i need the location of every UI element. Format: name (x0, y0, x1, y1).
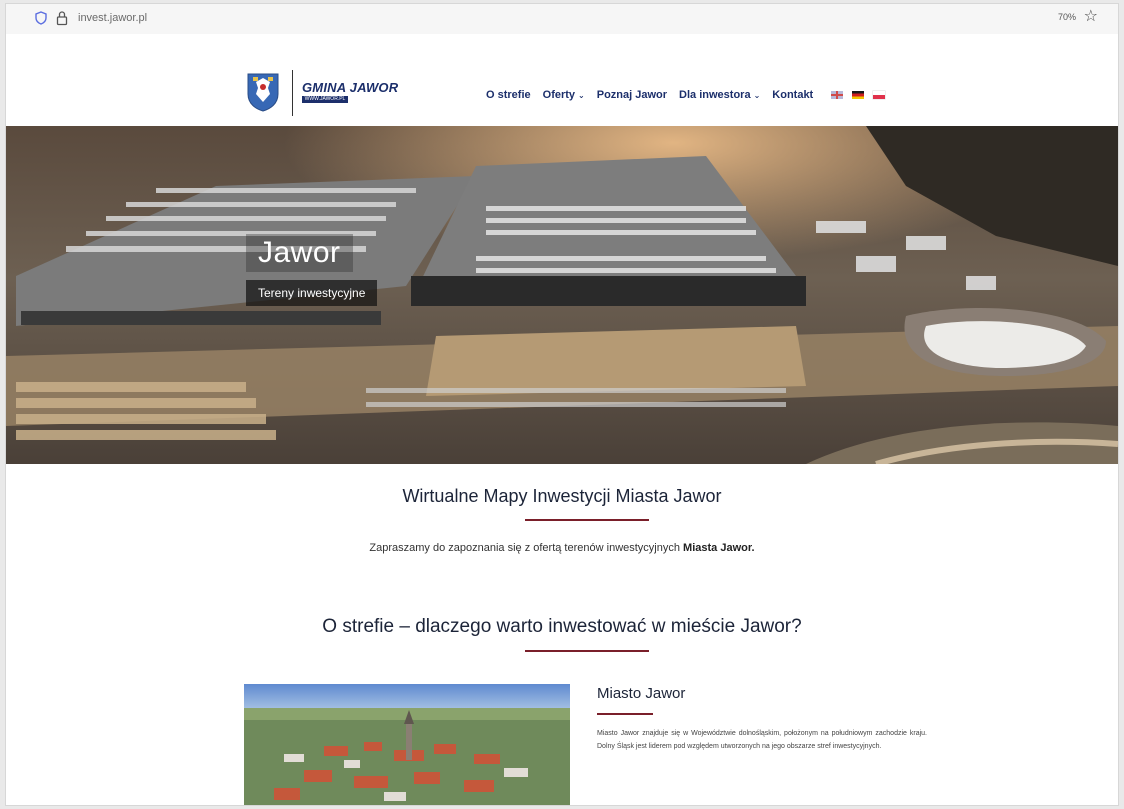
de-flag-icon[interactable] (852, 91, 865, 99)
brand-subtitle: WWW.JAWOR.PL (302, 96, 348, 103)
main-nav: O strefie Oferty ⌄ Poznaj Jawor Dla inwe… (486, 86, 886, 104)
card-text: Miasto Jawor znajduje się w Województwie… (597, 730, 927, 750)
hero-subtitle-box: Tereny inwestycyjne (246, 280, 378, 306)
nav-dla-inwestora[interactable]: Dla inwestora ⌄ (679, 89, 760, 101)
hero-banner: Jawor Tereny inwestycyjne (6, 126, 1118, 464)
jawor-crest-icon[interactable] (246, 72, 280, 112)
header-divider (292, 70, 293, 116)
nav-poznaj-jawor[interactable]: Poznaj Jawor (597, 89, 667, 101)
section2-divider (525, 650, 649, 652)
star-outline-icon[interactable]: ☆ (1084, 9, 1098, 25)
nav-label: Dla inwestora (679, 89, 751, 101)
zoom-indicator[interactable]: 70% (1058, 12, 1076, 22)
shield-icon[interactable] (34, 11, 48, 25)
section2-title: O strefie – dlaczego warto inwestować w … (322, 616, 802, 637)
browser-screen: invest.jawor.pl 70% ☆ GMINA JAWOR WWW.JA… (6, 4, 1118, 805)
site-header: GMINA JAWOR WWW.JAWOR.PL O strefie Ofert… (6, 34, 1118, 126)
card-title: Miasto Jawor (597, 685, 686, 702)
section1-text-prefix: Zapraszamy do zapoznania się z ofertą te… (369, 542, 684, 554)
nav-o-strefie[interactable]: O strefie (486, 89, 531, 101)
language-switcher (831, 91, 886, 99)
chevron-down-icon: ⌄ (578, 90, 585, 100)
section1-text: Zapraszamy do zapoznania się z ofertą te… (6, 542, 1118, 554)
hero-title: Jawor (258, 236, 341, 269)
nav-label: O strefie (486, 89, 531, 101)
nav-label: Kontakt (772, 89, 814, 101)
nav-label: Oferty (542, 89, 576, 101)
card-title-divider (597, 713, 653, 715)
nav-label: Poznaj Jawor (596, 89, 668, 101)
nav-kontakt[interactable]: Kontakt (772, 89, 813, 101)
nav-oferty[interactable]: Oferty ⌄ (543, 89, 585, 101)
uk-flag-icon[interactable] (831, 91, 844, 99)
address-bar[interactable]: invest.jawor.pl (78, 12, 147, 24)
section1-divider (525, 519, 649, 521)
lock-icon[interactable] (56, 10, 68, 26)
hero-aerial-image (6, 126, 1118, 464)
browser-toolbar: invest.jawor.pl 70% ☆ (6, 4, 1118, 35)
pl-flag-icon[interactable] (873, 91, 886, 99)
brand-name[interactable]: GMINA JAWOR (302, 80, 398, 95)
section1-title: Wirtualne Mapy Inwestycji Miasta Jawor (402, 486, 722, 506)
hero-subtitle: Tereny inwestycyjne (258, 286, 366, 300)
town-aerial-image (244, 684, 570, 805)
chevron-down-icon: ⌄ (753, 90, 761, 100)
hero-title-box: Jawor (246, 234, 353, 272)
section1-text-bold: Miasta Jawor. (683, 542, 755, 554)
